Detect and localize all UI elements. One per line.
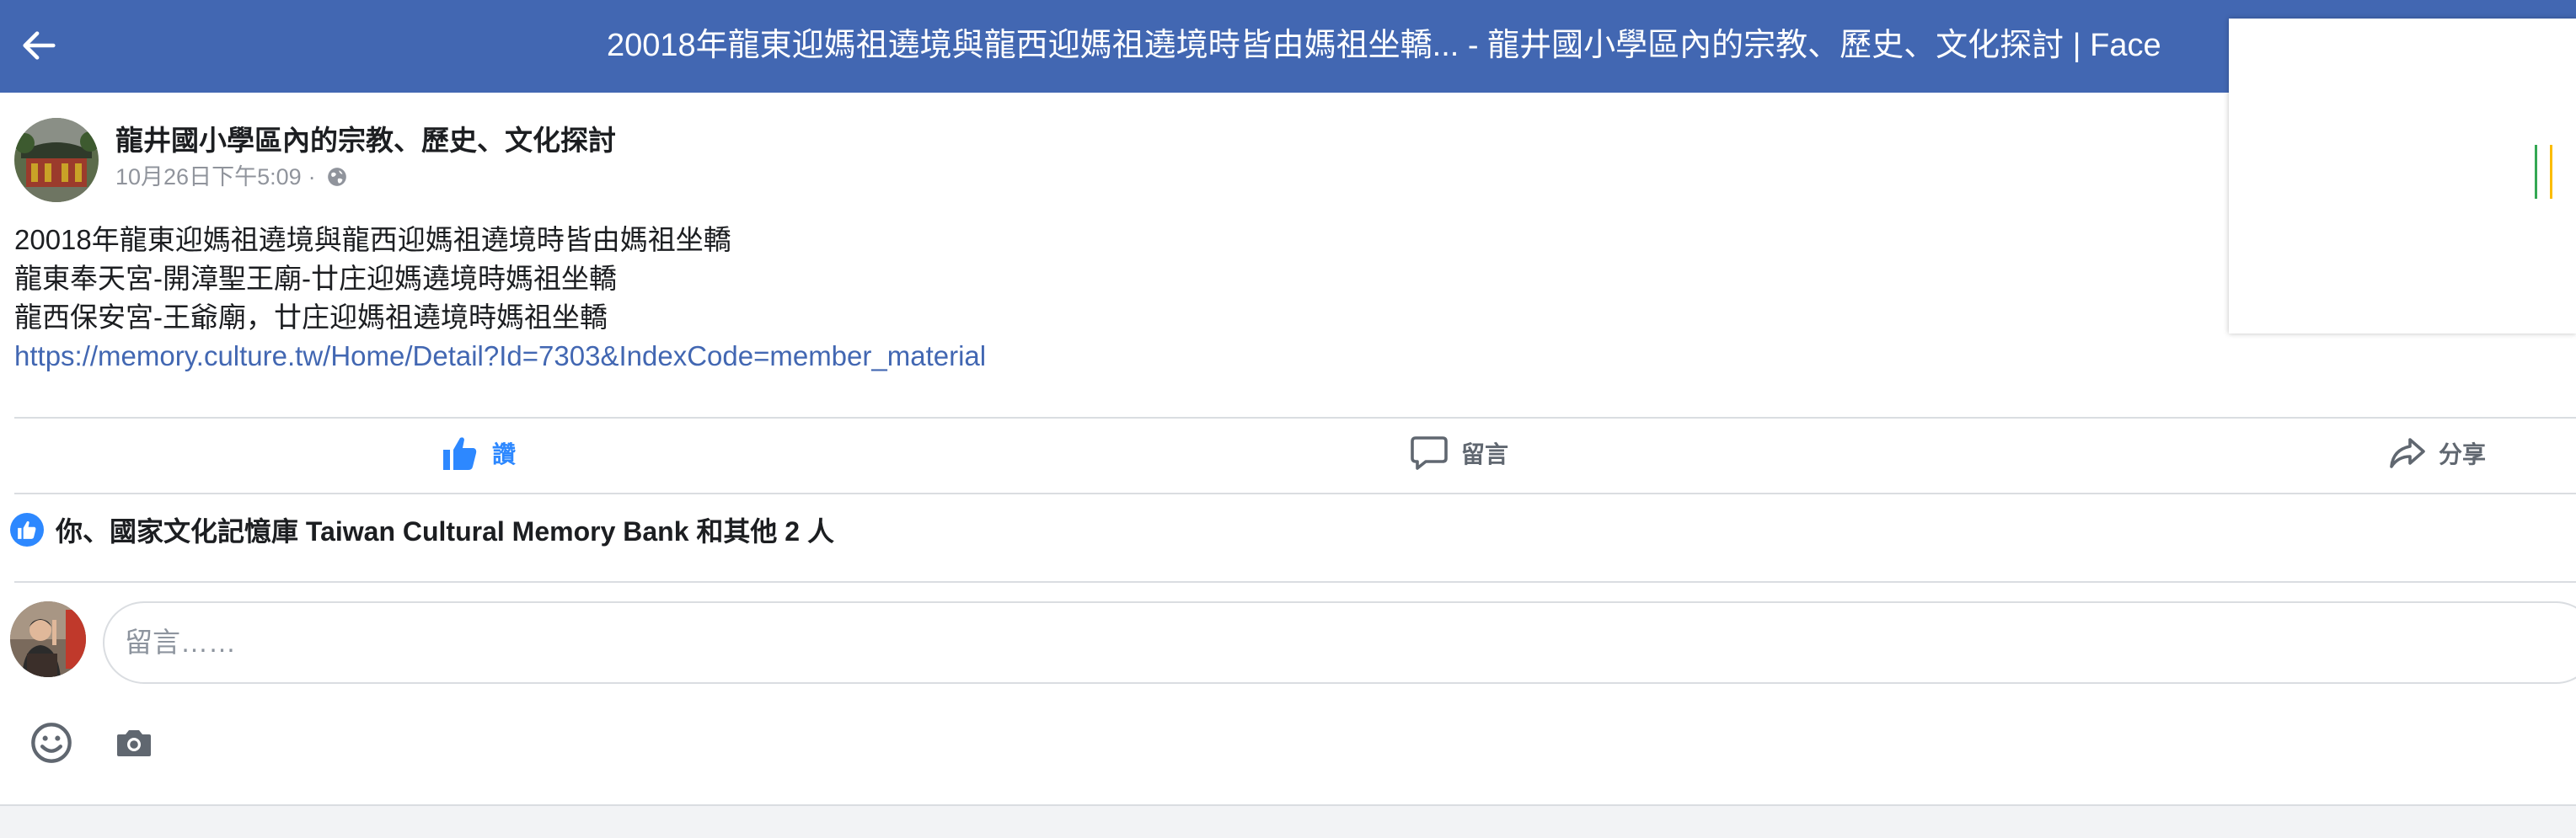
smiley-icon: [31, 723, 72, 763]
post-timestamp[interactable]: 10月26日下午5:09: [115, 162, 302, 192]
temple-photo-icon: [14, 118, 99, 202]
post-line: 龍東奉天宮-開漳聖王廟-廿庄迎媽遶境時媽祖坐轎: [14, 263, 617, 294]
overlay-yellow-bar: [2550, 145, 2552, 199]
comment-bubble-icon: [1411, 436, 1448, 470]
divider: [14, 493, 2576, 494]
globe-icon: [327, 168, 346, 186]
top-bar: 20018年龍東迎媽祖遶境與龍西迎媽祖遶境時皆由媽祖坐轎... - 龍井國小學區…: [0, 0, 2576, 93]
divider: [14, 417, 2576, 419]
emoji-button[interactable]: [26, 718, 77, 768]
share-button[interactable]: 分享: [2386, 428, 2486, 478]
post-link[interactable]: https://memory.culture.tw/Home/Detail?Id…: [14, 340, 986, 371]
post-body: 20018年龍東迎媽祖遶境與龍西迎媽祖遶境時皆由媽祖坐轎 龍東奉天宮-開漳聖王廟…: [14, 221, 986, 376]
share-label: 分享: [2439, 441, 2487, 467]
page-title: 20018年龍東迎媽祖遶境與龍西迎媽祖遶境時皆由媽祖坐轎... - 龍井國小學區…: [607, 28, 2161, 63]
back-button[interactable]: [15, 22, 62, 69]
comment-input[interactable]: [103, 601, 2576, 684]
meta-separator: ·: [308, 164, 316, 189]
overlay-green-bar: [2535, 145, 2537, 199]
camera-icon: [117, 730, 151, 756]
thumbs-up-icon: [443, 437, 477, 470]
like-label: 讚: [492, 441, 517, 467]
divider: [14, 581, 2576, 583]
overlay-panel: [2229, 19, 2576, 334]
like-button[interactable]: 讚: [440, 428, 516, 478]
reactions-summary[interactable]: 你、國家文化記憶庫 Taiwan Cultural Memory Bank 和其…: [10, 509, 834, 551]
footer-strip: [0, 804, 2576, 838]
page-name[interactable]: 龍井國小學區內的宗教、歷史、文化探討: [115, 122, 616, 159]
comment-label: 留言: [1461, 441, 1509, 467]
user-photo-icon: [10, 601, 86, 677]
post-line: 龍西保安宮-王爺廟，廿庄迎媽祖遶境時媽祖坐轎: [14, 302, 608, 333]
like-reaction-icon: [10, 513, 44, 547]
post-page: 20018年龍東迎媽祖遶境與龍西迎媽祖遶境時皆由媽祖坐轎... - 龍井國小學區…: [0, 0, 2576, 838]
share-arrow-icon: [2390, 438, 2425, 468]
comment-button[interactable]: 留言: [1409, 428, 1508, 478]
page-avatar[interactable]: [14, 118, 99, 202]
reactions-text: 你、國家文化記憶庫 Taiwan Cultural Memory Bank 和其…: [56, 516, 834, 547]
arrow-left-icon: [23, 31, 56, 60]
post-line: 20018年龍東迎媽祖遶境與龍西迎媽祖遶境時皆由媽祖坐轎: [14, 224, 731, 255]
camera-button[interactable]: [109, 718, 159, 768]
post-meta: 10月26日下午5:09 ·: [115, 162, 348, 192]
user-avatar[interactable]: [10, 601, 86, 677]
